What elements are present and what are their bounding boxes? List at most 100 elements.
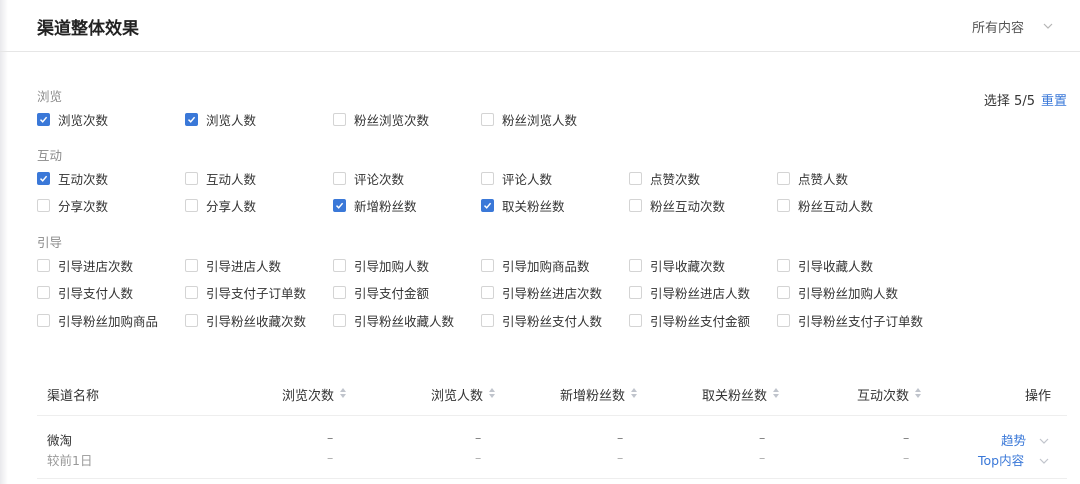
chevron-down-icon	[1042, 20, 1054, 36]
metric-checkbox[interactable]: 引导支付金额	[333, 283, 429, 301]
checkbox-icon[interactable]	[777, 258, 790, 272]
metric-checkbox[interactable]: 引导粉丝加购商品	[37, 311, 158, 329]
metric-checkbox[interactable]: 引导加购人数	[333, 256, 429, 274]
metric-checkbox[interactable]: 评论次数	[333, 169, 404, 187]
checkbox-icon[interactable]	[185, 285, 198, 299]
checkbox-icon[interactable]	[333, 313, 346, 327]
metric-checkbox[interactable]: 互动人数	[185, 169, 256, 187]
checkbox-icon[interactable]	[185, 258, 198, 272]
checkbox-icon[interactable]	[629, 198, 642, 212]
checkbox-icon[interactable]	[333, 285, 346, 299]
sort-icon[interactable]	[339, 387, 347, 403]
checkbox-label: 引导支付子订单数	[206, 285, 307, 301]
sort-icon[interactable]	[488, 387, 496, 403]
checkbox-icon[interactable]	[185, 313, 198, 327]
metric-checkbox[interactable]: 互动次数	[37, 169, 108, 187]
checkbox-icon[interactable]	[481, 285, 494, 299]
checkbox-icon[interactable]	[37, 112, 50, 126]
metric-checkbox[interactable]: 引导粉丝进店人数	[629, 283, 750, 301]
checkbox-icon[interactable]	[37, 171, 50, 185]
cell-new-fans: –	[617, 430, 624, 445]
metric-checkbox[interactable]: 粉丝浏览次数	[333, 110, 429, 128]
metric-checkbox[interactable]: 引导粉丝进店次数	[481, 283, 602, 301]
checkbox-icon[interactable]	[629, 171, 642, 185]
metric-checkbox[interactable]: 取关粉丝数	[481, 196, 565, 214]
checkbox-icon[interactable]	[333, 198, 346, 212]
metric-checkbox[interactable]: 引导进店次数	[37, 256, 133, 274]
checkbox-icon[interactable]	[37, 258, 50, 272]
checkbox-icon[interactable]	[37, 285, 50, 299]
checkbox-label: 引导进店人数	[206, 258, 282, 274]
metric-checkbox[interactable]: 引导粉丝收藏人数	[333, 311, 454, 329]
sort-icon[interactable]	[914, 387, 922, 403]
checkbox-icon[interactable]	[185, 112, 198, 126]
metric-checkbox[interactable]: 评论人数	[481, 169, 552, 187]
metric-checkbox[interactable]: 引导支付子订单数	[185, 283, 306, 301]
metric-checkbox[interactable]: 引导支付人数	[37, 283, 133, 301]
checkbox-label: 新增粉丝数	[354, 198, 417, 214]
checkbox-icon[interactable]	[37, 198, 50, 212]
metric-checkbox[interactable]: 浏览次数	[37, 110, 108, 128]
column-header-views[interactable]: 浏览次数	[282, 385, 347, 404]
checkbox-label: 分享次数	[58, 198, 109, 214]
checkbox-icon[interactable]	[333, 258, 346, 272]
metric-checkbox[interactable]: 粉丝互动人数	[777, 196, 873, 214]
header: 渠道整体效果 所有内容	[0, 0, 1080, 52]
metric-checkbox[interactable]: 新增粉丝数	[333, 196, 417, 214]
checkbox-icon[interactable]	[629, 285, 642, 299]
checkbox-icon[interactable]	[333, 171, 346, 185]
column-header-interactions[interactable]: 互动次数	[857, 385, 922, 404]
metric-checkbox[interactable]: 分享人数	[185, 196, 256, 214]
column-header-new-fans[interactable]: 新增粉丝数	[560, 385, 638, 404]
checkbox-icon[interactable]	[185, 171, 198, 185]
metric-checkbox[interactable]: 引导进店人数	[185, 256, 281, 274]
group-title-browse: 浏览	[37, 89, 63, 104]
cell-new-fans-compare: –	[617, 450, 624, 465]
checkbox-icon[interactable]	[777, 285, 790, 299]
checkbox-icon[interactable]	[629, 258, 642, 272]
metric-checkbox[interactable]: 分享次数	[37, 196, 108, 214]
checkbox-icon[interactable]	[777, 198, 790, 212]
checkbox-label: 引导粉丝收藏人数	[354, 313, 455, 329]
metric-checkbox[interactable]: 粉丝浏览人数	[481, 110, 577, 128]
metric-checkbox[interactable]: 点赞人数	[777, 169, 848, 187]
checkbox-icon[interactable]	[333, 112, 346, 126]
checkbox-icon[interactable]	[481, 171, 494, 185]
checkbox-icon[interactable]	[481, 198, 494, 212]
metric-checkbox[interactable]: 引导粉丝支付人数	[481, 311, 602, 329]
checkbox-icon[interactable]	[481, 258, 494, 272]
metric-checkbox[interactable]: 引导粉丝收藏次数	[185, 311, 306, 329]
content-scope-select[interactable]: 所有内容	[972, 17, 1053, 36]
metric-checkbox[interactable]: 引导加购商品数	[481, 256, 590, 274]
checkbox-icon[interactable]	[777, 313, 790, 327]
page-title: 渠道整体效果	[37, 19, 139, 39]
checkbox-label: 引导加购商品数	[502, 258, 590, 274]
column-header-visitors[interactable]: 浏览人数	[431, 385, 496, 404]
top-content-link[interactable]: Top内容	[978, 450, 1024, 469]
metric-checkbox[interactable]: 粉丝互动次数	[629, 196, 725, 214]
sort-icon[interactable]	[772, 387, 780, 403]
chevron-down-icon[interactable]	[1038, 432, 1050, 451]
metric-checkbox[interactable]: 浏览人数	[185, 110, 256, 128]
checkbox-label: 引导收藏次数	[650, 258, 726, 274]
checkbox-label: 互动次数	[58, 171, 109, 187]
table-header: 渠道名称 浏览次数 浏览人数 新增粉丝数 取关粉丝数 互动次数 操作	[37, 372, 1067, 416]
checkbox-icon[interactable]	[481, 112, 494, 126]
checkbox-icon[interactable]	[185, 198, 198, 212]
reset-button[interactable]: 重置	[1041, 94, 1067, 109]
checkbox-icon[interactable]	[37, 313, 50, 327]
checkbox-icon[interactable]	[777, 171, 790, 185]
metric-checkbox[interactable]: 引导粉丝支付子订单数	[777, 311, 923, 329]
chevron-down-icon[interactable]	[1038, 452, 1050, 471]
trend-link[interactable]: 趋势	[1001, 430, 1026, 449]
checkbox-icon[interactable]	[481, 313, 494, 327]
metric-checkbox[interactable]: 引导收藏人数	[777, 256, 873, 274]
checkbox-icon[interactable]	[629, 313, 642, 327]
sort-icon[interactable]	[630, 387, 638, 403]
metric-checkbox[interactable]: 点赞次数	[629, 169, 700, 187]
metric-checkbox[interactable]: 引导收藏次数	[629, 256, 725, 274]
column-header-unfollowed-fans[interactable]: 取关粉丝数	[702, 385, 780, 404]
checkbox-label: 粉丝互动人数	[798, 198, 874, 214]
metric-checkbox[interactable]: 引导粉丝加购人数	[777, 283, 898, 301]
metric-checkbox[interactable]: 引导粉丝支付金额	[629, 311, 750, 329]
